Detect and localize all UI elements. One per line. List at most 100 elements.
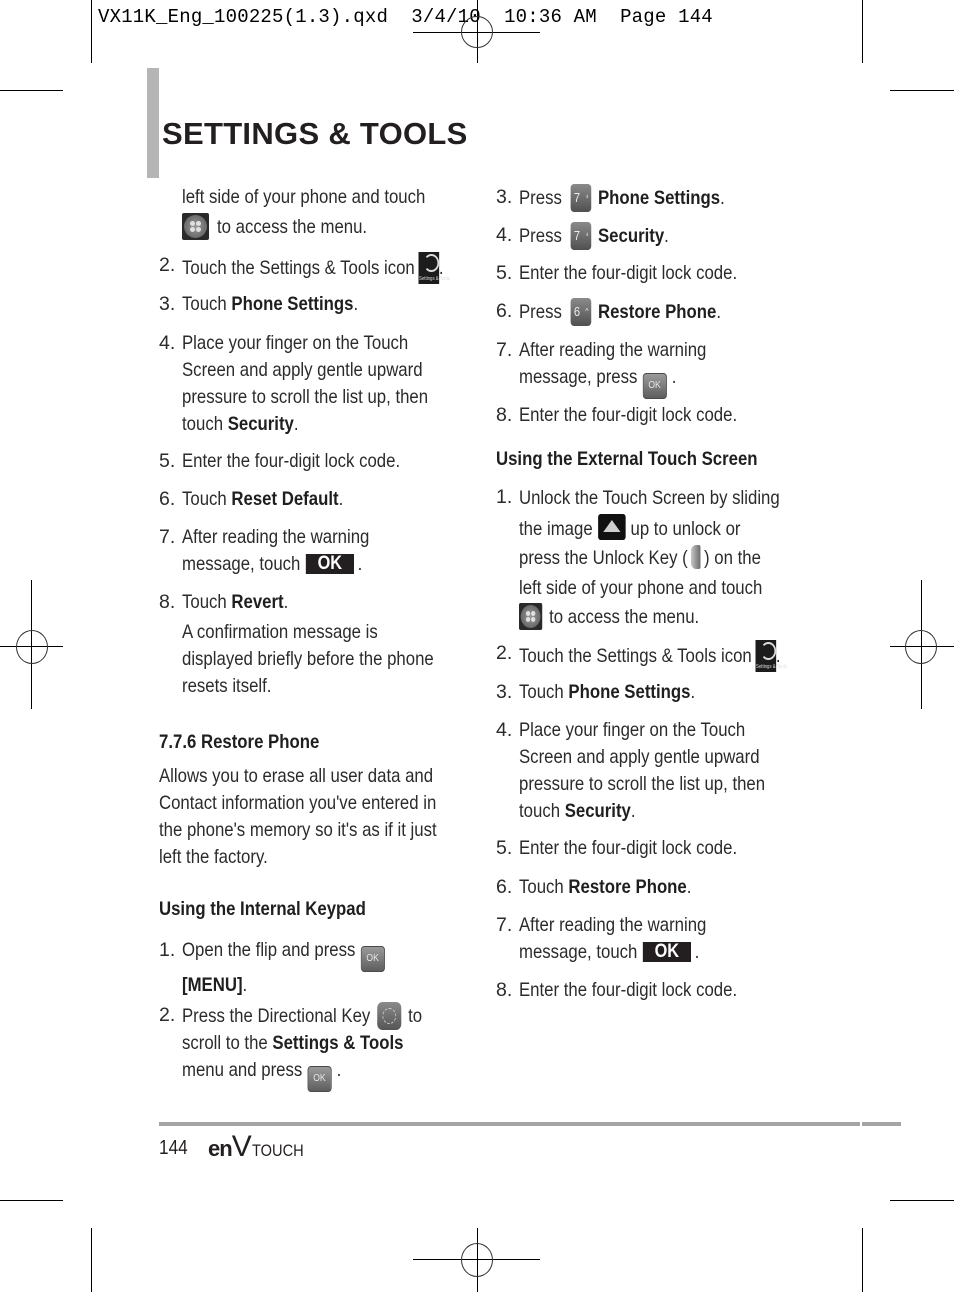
- crop-mark: [0, 90, 63, 91]
- menu-option-name: Reset Default: [231, 488, 339, 510]
- step-note: A confirmation message is: [182, 621, 378, 643]
- ok-key-icon: OK: [360, 946, 385, 972]
- menu-option-name: Phone Settings: [568, 681, 691, 703]
- step-text: Open the flip and press: [182, 939, 356, 961]
- step-number: 2.: [496, 642, 513, 664]
- step-number: 2.: [159, 1004, 176, 1026]
- step-text: Enter the four-digit lock code.: [182, 450, 401, 472]
- menu-icon: [182, 213, 209, 240]
- step-number: 3.: [159, 293, 176, 315]
- step-number: 1.: [496, 486, 513, 508]
- step-text: Enter the four-digit lock code.: [519, 262, 738, 284]
- step-note: resets itself.: [182, 675, 272, 697]
- step-text: After reading the warning: [182, 526, 370, 548]
- punctuation: .: [664, 225, 669, 247]
- step-text: menu and press: [182, 1059, 303, 1081]
- key-label: [MENU]: [182, 974, 243, 996]
- punctuation: .: [293, 413, 299, 435]
- punctuation: .: [353, 293, 359, 315]
- sub-heading: Using the External Touch Screen: [496, 448, 758, 470]
- step-text: Place your finger on the Touch: [519, 719, 746, 741]
- title-accent-bar: [147, 68, 159, 178]
- step-text: scroll to the: [182, 1032, 273, 1054]
- step-text: Press: [519, 225, 562, 247]
- settings-tools-icon: Settings & Tools: [418, 252, 450, 284]
- brand-en: en: [208, 1136, 233, 1161]
- punctuation: .: [283, 591, 289, 613]
- step-text: Touch: [182, 591, 232, 613]
- step-number: 4.: [159, 332, 176, 354]
- step-text: up to unlock or: [630, 517, 741, 540]
- punctuation: .: [686, 876, 692, 898]
- step-number: 5.: [496, 262, 513, 284]
- keypad-6-icon: 6 ^: [570, 298, 592, 326]
- section-description: Allows you to erase all user data and Co…: [159, 763, 479, 871]
- punctuation: .: [242, 974, 248, 996]
- step-text: Screen and apply gentle upward: [519, 746, 760, 768]
- description-line: the phone's memory so it's as if it just: [159, 819, 437, 841]
- punctuation: .: [630, 800, 636, 822]
- step-number: 8.: [496, 979, 513, 1001]
- menu-option-name: Phone Settings: [597, 187, 721, 209]
- step-text: Place your finger on the Touch: [182, 332, 409, 354]
- punctuation: .: [357, 553, 363, 575]
- brand-logo: enVTOUCH: [208, 1130, 312, 1164]
- registration-mark: [16, 630, 48, 664]
- step-text: pressure to scroll the list up, then: [519, 773, 766, 795]
- step-text: touch: [519, 800, 565, 822]
- crop-mark: [890, 1200, 954, 1201]
- footer-rule: [159, 1122, 901, 1126]
- step-number: 5.: [496, 837, 513, 859]
- directional-key-icon: [377, 1002, 402, 1030]
- crop-mark: [862, 0, 863, 63]
- crop-mark: [890, 90, 954, 91]
- punctuation: .: [694, 941, 700, 963]
- ok-softkey: OK: [642, 942, 692, 962]
- step-text: to access the menu.: [217, 216, 368, 238]
- menu-option-name: Settings & Tools: [272, 1032, 404, 1054]
- keypad-7-icon: 7⁴: [570, 184, 592, 212]
- description-line: left the factory.: [159, 846, 268, 868]
- step-text: to: [408, 1005, 423, 1027]
- crop-mark: [91, 1228, 92, 1292]
- menu-option-name: Security: [597, 225, 665, 247]
- menu-option-name: Restore Phone: [568, 876, 687, 898]
- step-text: Touch: [519, 681, 569, 703]
- menu-option-name: Revert: [231, 591, 284, 613]
- step-text: Enter the four-digit lock code.: [519, 837, 738, 859]
- step-text: the image: [519, 517, 593, 540]
- step-number: 2.: [159, 254, 176, 276]
- brand-touch: TOUCH: [251, 1141, 304, 1160]
- step-text: Touch the Settings & Tools icon: [182, 257, 415, 279]
- page-number: 144: [159, 1137, 188, 1159]
- crop-mark: [0, 1200, 63, 1201]
- punctuation: .: [716, 301, 722, 323]
- description-line: Contact information you've entered in: [159, 792, 437, 814]
- step-text: Touch the Settings & Tools icon: [519, 645, 752, 667]
- step-number: 7.: [496, 914, 513, 936]
- sub-heading: Using the Internal Keypad: [159, 898, 366, 920]
- step-text: message, touch: [182, 553, 301, 575]
- step-text: After reading the warning: [519, 914, 707, 936]
- step-number: 5.: [159, 450, 176, 472]
- step-text: message, touch: [519, 941, 638, 963]
- step-text: Press: [519, 301, 562, 323]
- step-text: press the Unlock Key (: [519, 547, 688, 569]
- step-number: 3.: [496, 186, 513, 208]
- unlock-key-icon: [691, 545, 701, 569]
- step-text: Press the Directional Key: [182, 1005, 371, 1027]
- registration-mark: [905, 630, 937, 664]
- registration-mark: [461, 1243, 493, 1277]
- menu-option-name: Phone Settings: [231, 293, 354, 315]
- step-number: 1.: [159, 939, 176, 961]
- step-number: 7.: [159, 526, 176, 548]
- menu-option-name: Security: [564, 800, 631, 822]
- punctuation: .: [690, 681, 696, 703]
- step-number: 8.: [159, 591, 176, 613]
- punctuation: .: [720, 187, 725, 209]
- step-number: 8.: [496, 404, 513, 426]
- step-text: Enter the four-digit lock code.: [519, 979, 738, 1001]
- step-number: 7.: [496, 339, 513, 361]
- menu-option-name: Security: [227, 413, 294, 435]
- registration-mark: [461, 16, 493, 48]
